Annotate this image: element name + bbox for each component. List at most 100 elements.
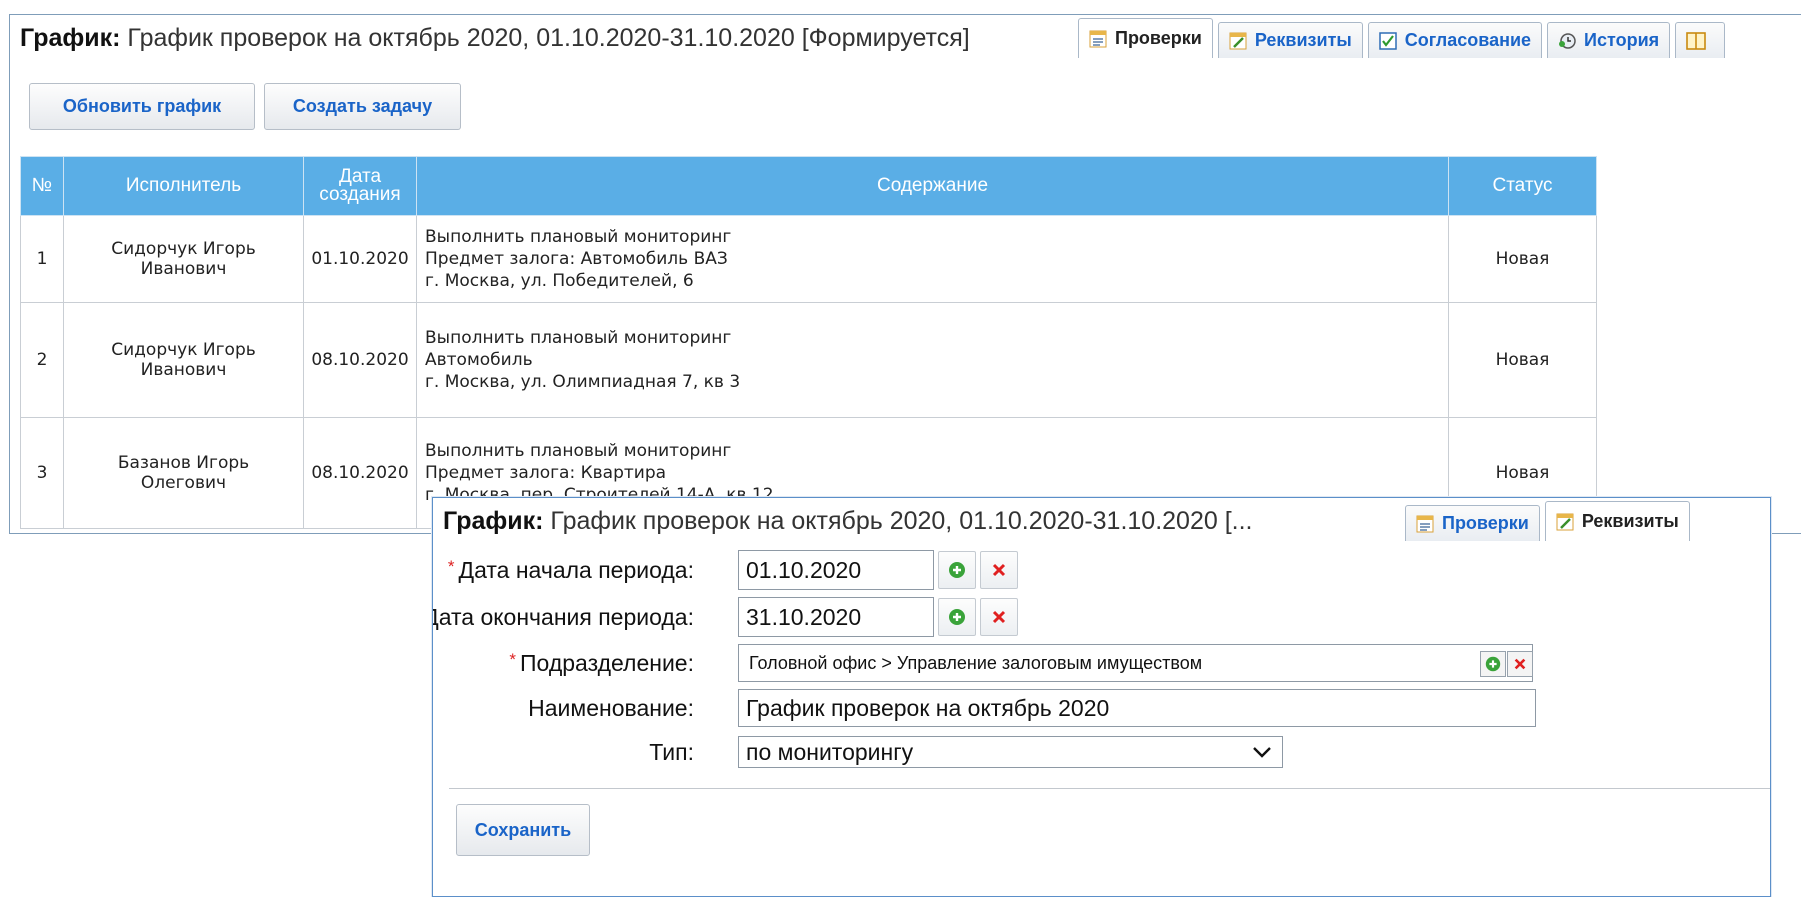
table-header-row: № Исполнитель Дата создания Содержание Ст… — [20, 156, 1597, 216]
content-line: Выполнить плановый мониторинг — [425, 227, 732, 247]
cell-num: 3 — [20, 417, 64, 529]
panel-header: График: График проверок на октябрь 2020,… — [10, 15, 1801, 61]
executor-line: Сидорчук Игорь — [111, 340, 256, 360]
end-date-row: *Дата окончания периода: 31.10.2020 — [433, 595, 1770, 639]
col-header-date[interactable]: Дата создания — [303, 156, 417, 216]
save-button[interactable]: Сохранить — [456, 804, 590, 856]
table-row[interactable]: 2 Сидорчук Игорь Иванович 08.10.2020 Выпо… — [20, 302, 1597, 418]
tab-label: Проверки — [1442, 513, 1529, 533]
table-row[interactable]: 1 Сидорчук Игорь Иванович 01.10.2020 Выпо… — [20, 215, 1597, 303]
col-header-content[interactable]: Содержание — [416, 156, 1449, 216]
tab-checks[interactable]: Проверки — [1078, 18, 1213, 58]
checklist-icon — [1089, 30, 1107, 47]
checklist-icon — [1416, 515, 1434, 532]
name-input[interactable]: График проверок на октябрь 2020 — [738, 689, 1536, 727]
title-text: График проверок на октябрь 2020, 01.10.2… — [543, 507, 1253, 535]
label-text: Дата начала периода: — [458, 556, 694, 583]
start-date-clear-button[interactable] — [980, 551, 1018, 589]
executor-line: Сидорчук Игорь — [111, 239, 256, 259]
department-field[interactable]: Головной офис > Управление залоговым иму… — [738, 644, 1533, 682]
type-selected-value: по мониторингу — [746, 738, 914, 765]
create-task-button[interactable]: Создать задачу — [264, 83, 461, 130]
cell-executor: Сидорчук Игорь Иванович — [63, 215, 304, 303]
content-line: Автомобиль — [425, 350, 533, 370]
cell-date: 08.10.2020 — [303, 417, 417, 529]
close-icon — [992, 610, 1006, 624]
type-select[interactable]: по мониторингу — [738, 736, 1283, 768]
panel-header: График: График проверок на октябрь 2020,… — [433, 498, 1770, 544]
name-row: Наименование: График проверок на октябрь… — [433, 686, 1770, 730]
cell-status: Новая — [1448, 215, 1597, 303]
plus-circle-icon — [1485, 656, 1501, 672]
department-add-button[interactable] — [1480, 651, 1506, 677]
department-label: * Подразделение: — [509, 650, 694, 677]
end-date-add-button[interactable] — [938, 598, 976, 636]
main-tabs: Проверки Реквизиты Согласование История — [1078, 18, 1730, 58]
col-header-status[interactable]: Статус — [1448, 156, 1597, 216]
col-header-executor[interactable]: Исполнитель — [63, 156, 304, 216]
history-icon — [1559, 32, 1576, 49]
title-text: График проверок на октябрь 2020, 01.10.2… — [120, 24, 970, 52]
tab-requisites[interactable]: Реквизиты — [1544, 501, 1690, 541]
cell-content: Выполнить плановый мониторинг Предмет зал… — [416, 215, 1449, 303]
required-mark: * — [447, 556, 455, 576]
start-date-row: * Дата начала периода: 01.10.2020 — [433, 548, 1770, 592]
plus-circle-icon — [949, 562, 965, 578]
col-header-num[interactable]: № — [20, 156, 64, 216]
header-date-line: создания — [319, 184, 401, 205]
close-icon — [992, 563, 1006, 577]
edit-form-icon — [1556, 513, 1574, 530]
end-date-input[interactable]: 31.10.2020 — [738, 597, 934, 637]
tab-history[interactable]: История — [1547, 22, 1671, 58]
content-line: Предмет залога: Квартира — [425, 463, 667, 483]
close-icon — [1514, 658, 1526, 670]
label-text: Подразделение: — [520, 649, 694, 676]
executor-line: Олегович — [140, 473, 227, 493]
requisites-panel: График: График проверок на октябрь 2020,… — [432, 497, 1771, 897]
panel-icon — [1686, 31, 1706, 50]
department-row: * Подразделение: Головной офис > Управлен… — [433, 641, 1770, 685]
content-line: г. Москва, ул. Победителей, 6 — [425, 271, 694, 291]
start-date-label: * Дата начала периода: — [448, 557, 694, 584]
cell-date: 08.10.2020 — [303, 302, 417, 418]
title-label: График: — [443, 507, 544, 535]
cell-content: Выполнить плановый мониторинг Автомобиль г… — [416, 302, 1449, 418]
checkbox-icon — [1379, 31, 1397, 50]
tab-requisites[interactable]: Реквизиты — [1217, 22, 1363, 58]
refresh-schedule-button[interactable]: Обновить график — [29, 83, 255, 130]
executor-line: Иванович — [140, 360, 227, 380]
checks-table: № Исполнитель Дата создания Содержание Ст… — [20, 156, 1597, 529]
cell-executor: Базанов Игорь Олегович — [63, 417, 304, 529]
executor-line: Базанов Игорь — [117, 453, 250, 473]
tab-panel[interactable] — [1675, 22, 1726, 58]
tab-label: Согласование — [1404, 30, 1532, 50]
chevron-down-icon — [1253, 747, 1271, 758]
edit-form-icon — [1229, 32, 1247, 49]
type-label: Тип: — [649, 738, 694, 765]
executor-line: Иванович — [140, 259, 227, 279]
tab-label: Реквизиты — [1581, 511, 1679, 531]
department-clear-button[interactable] — [1507, 651, 1533, 677]
tab-label: Реквизиты — [1254, 30, 1352, 50]
schedule-panel: График: График проверок на октябрь 2020,… — [9, 14, 1801, 534]
content-line: г. Москва, ул. Олимпиадная 7, кв 3 — [425, 372, 741, 392]
name-label: Наименование: — [528, 694, 694, 721]
end-date-label: *Дата окончания периода: — [432, 603, 694, 631]
label-text: Дата окончания периода: — [432, 603, 694, 630]
end-date-clear-button[interactable] — [980, 598, 1018, 636]
cell-num: 2 — [20, 302, 64, 418]
start-date-input[interactable]: 01.10.2020 — [738, 550, 934, 590]
cell-executor: Сидорчук Игорь Иванович — [63, 302, 304, 418]
tab-checks[interactable]: Проверки — [1405, 505, 1540, 541]
panel-title: График: График проверок на октябрь 2020,… — [443, 507, 1253, 536]
requisites-tabs: Проверки Реквизиты — [1405, 501, 1695, 541]
start-date-add-button[interactable] — [938, 551, 976, 589]
cell-date: 01.10.2020 — [303, 215, 417, 303]
type-row: Тип: по мониторингу — [433, 730, 1770, 774]
plus-circle-icon — [949, 609, 965, 625]
cell-status: Новая — [1448, 302, 1597, 418]
tab-label: История — [1584, 30, 1660, 50]
content-line: Предмет залога: Автомобиль ВАЗ — [425, 249, 728, 269]
panel-title: График: График проверок на октябрь 2020,… — [20, 24, 970, 53]
tab-approval[interactable]: Согласование — [1367, 22, 1543, 58]
